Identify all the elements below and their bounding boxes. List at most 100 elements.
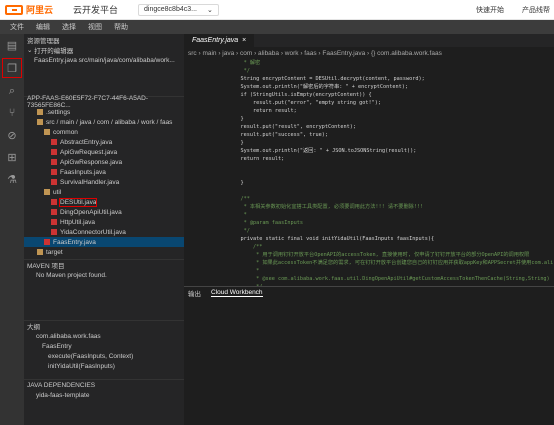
menu-file[interactable]: 文件 <box>10 22 24 32</box>
code-line: /** <box>228 196 250 202</box>
outline-item[interactable]: initYidaUtil(FaasInputs) <box>24 361 184 371</box>
breadcrumb[interactable]: src › main › java › com › alibaba › work… <box>184 47 554 59</box>
bottom-panel: 输出 Cloud Workbench <box>184 286 554 425</box>
tree-item[interactable]: ApiGwRequest.java <box>24 147 184 157</box>
code-line: * @param faasInputs <box>228 220 303 226</box>
tree-item[interactable]: FaasInputs.java <box>24 167 184 177</box>
tree-item[interactable]: target <box>24 247 184 257</box>
tree-item[interactable]: SurvivalHandler.java <box>24 177 184 187</box>
outline-item[interactable]: FaasEntry <box>24 341 184 351</box>
menu-help[interactable]: 帮助 <box>114 22 128 32</box>
outline-item[interactable]: execute(FaasInputs, Context) <box>24 351 184 361</box>
code-line: result.put("error", "empty string got!")… <box>228 100 382 106</box>
tree-item[interactable]: DESUtil.java <box>24 197 184 207</box>
folder-icon <box>44 129 50 135</box>
java-file-icon <box>51 149 57 155</box>
search-icon[interactable]: ⌕ <box>0 80 24 102</box>
code-line: * 本相关参数初始化宜搭工具类配置, 必须要调用此方法!!! 请不要删除!!! <box>228 204 424 210</box>
tab-faasentry[interactable]: FaasEntry.java × <box>184 34 255 47</box>
menu-view[interactable]: 视图 <box>88 22 102 32</box>
code-line: private static final void initYidaUtil(F… <box>228 236 435 242</box>
folder-icon <box>37 119 43 125</box>
aliyun-logo-icon <box>5 4 23 15</box>
deps-title: JAVA DEPENDENCIES <box>27 381 96 389</box>
flask-icon[interactable]: ⚗ <box>0 168 24 190</box>
sidebar: 资源管理器 ⌄ 打开的编辑器 FaasEntry.java src/main/j… <box>24 34 184 425</box>
explorer-icon[interactable]: ▤ <box>0 34 24 56</box>
tree-item-label: common <box>53 128 78 136</box>
code-line: * 解密 <box>228 60 261 66</box>
tree-item[interactable]: HttpUtil.java <box>24 217 184 227</box>
maven-title: MAVEN 项目 <box>27 263 65 270</box>
tree-item[interactable]: YidaConnectorUtil.java <box>24 227 184 237</box>
tree-item-label: SurvivalHandler.java <box>60 178 120 186</box>
code-line: /** <box>228 244 263 250</box>
code-editor: FaasEntry.java × src › main › java › com… <box>184 34 554 286</box>
java-file-icon <box>51 139 57 145</box>
code-line: } <box>228 140 244 146</box>
product-help-link[interactable]: 产品线帮 <box>522 5 550 15</box>
code-line: */ <box>228 68 250 74</box>
code-line: * @see com.alibaba.work.faas.util.DingOp… <box>228 276 550 282</box>
tab-output[interactable]: 输出 <box>188 288 201 298</box>
code-line: return result; <box>228 156 285 162</box>
tree-item[interactable]: common <box>24 127 184 137</box>
tree-item-label: .settings <box>46 108 71 116</box>
code-line: */ <box>228 228 250 234</box>
java-file-icon <box>51 229 57 235</box>
app-name: dingce8c8b4c3... <box>144 6 197 13</box>
tree-item-label: YidaConnectorUtil.java <box>60 228 126 236</box>
activity-bar: ▤ ❐ ⌕ ⑂ ⊘ ⊞ ⚗ <box>0 34 24 425</box>
code-line: String encryptContent = DESUtil.decrypt(… <box>228 76 425 82</box>
app-selector[interactable]: dingce8c8b4c3... ⌄ <box>138 3 219 16</box>
maven-header[interactable]: MAVEN 项目 <box>24 259 184 270</box>
code-area[interactable]: * 解密 */ String encryptContent = DESUtil.… <box>184 59 554 286</box>
menu-edit[interactable]: 编辑 <box>36 22 50 32</box>
deps-header[interactable]: JAVA DEPENDENCIES <box>24 379 184 390</box>
code-line: * <box>228 268 260 274</box>
folder-icon <box>44 189 50 195</box>
tree-item[interactable]: src / main / java / com / alibaba / work… <box>24 117 184 127</box>
code-line: System.out.println("解密后的字符串: " + encrypt… <box>228 84 408 90</box>
maven-empty: No Maven project found. <box>36 271 107 279</box>
code-line: result.put("result", encryptContent); <box>228 124 357 130</box>
project-header[interactable]: APP-FAAS-E60E5F72-F7C7-44F6-A5AD-73565FE… <box>24 95 184 109</box>
tree-item-label: target <box>46 248 63 256</box>
java-file-icon <box>51 209 57 215</box>
chevron-down-icon: ⌄ <box>27 47 35 54</box>
menu-bar: 文件 编辑 选择 视图 帮助 <box>0 20 554 34</box>
platform-title: 云开发平台 <box>73 5 119 15</box>
explorer-title: 资源管理器 <box>24 34 184 45</box>
source-control-icon[interactable]: ⑂ <box>0 102 24 124</box>
open-editors-header[interactable]: ⌄ 打开的编辑器 <box>24 45 184 55</box>
outline-item[interactable]: com.alibaba.work.faas <box>24 331 184 341</box>
folder-icon <box>37 249 43 255</box>
aliyun-logo[interactable]: 阿里云 <box>5 3 53 16</box>
outline-title: 大纲 <box>27 324 40 331</box>
tree-item-label: DingOpenApiUtil.java <box>60 208 122 216</box>
tree-item[interactable]: AbstractEntry.java <box>24 137 184 147</box>
tree-item[interactable]: DingOpenApiUtil.java <box>24 207 184 217</box>
java-file-icon <box>51 159 57 165</box>
tree-item[interactable]: FaasEntry.java <box>24 237 184 247</box>
code-line: return result; <box>228 108 297 114</box>
java-file-icon <box>51 169 57 175</box>
tree-item[interactable]: util <box>24 187 184 197</box>
dependency-item[interactable]: yida-faas-template <box>24 390 184 400</box>
extensions-icon[interactable]: ⊞ <box>0 146 24 168</box>
debug-icon[interactable]: ⊘ <box>0 124 24 146</box>
java-file-icon <box>51 199 57 205</box>
menu-select[interactable]: 选择 <box>62 22 76 32</box>
quick-start-link[interactable]: 快速开始 <box>476 5 504 15</box>
java-file-icon <box>51 179 57 185</box>
files-icon[interactable]: ❐ <box>2 58 22 78</box>
outline-header[interactable]: 大纲 <box>24 320 184 331</box>
tab-cloud-workbench[interactable]: Cloud Workbench <box>211 289 263 297</box>
tree-item[interactable]: ApiGwResponse.java <box>24 157 184 167</box>
code-line: * 如果此accessToken不满足您的需求, 可在钉钉开放平台创建您自己的钉… <box>228 260 554 266</box>
open-editor-item[interactable]: FaasEntry.java src/main/java/com/alibaba… <box>24 55 184 65</box>
tree-item-label: ApiGwRequest.java <box>60 148 118 156</box>
